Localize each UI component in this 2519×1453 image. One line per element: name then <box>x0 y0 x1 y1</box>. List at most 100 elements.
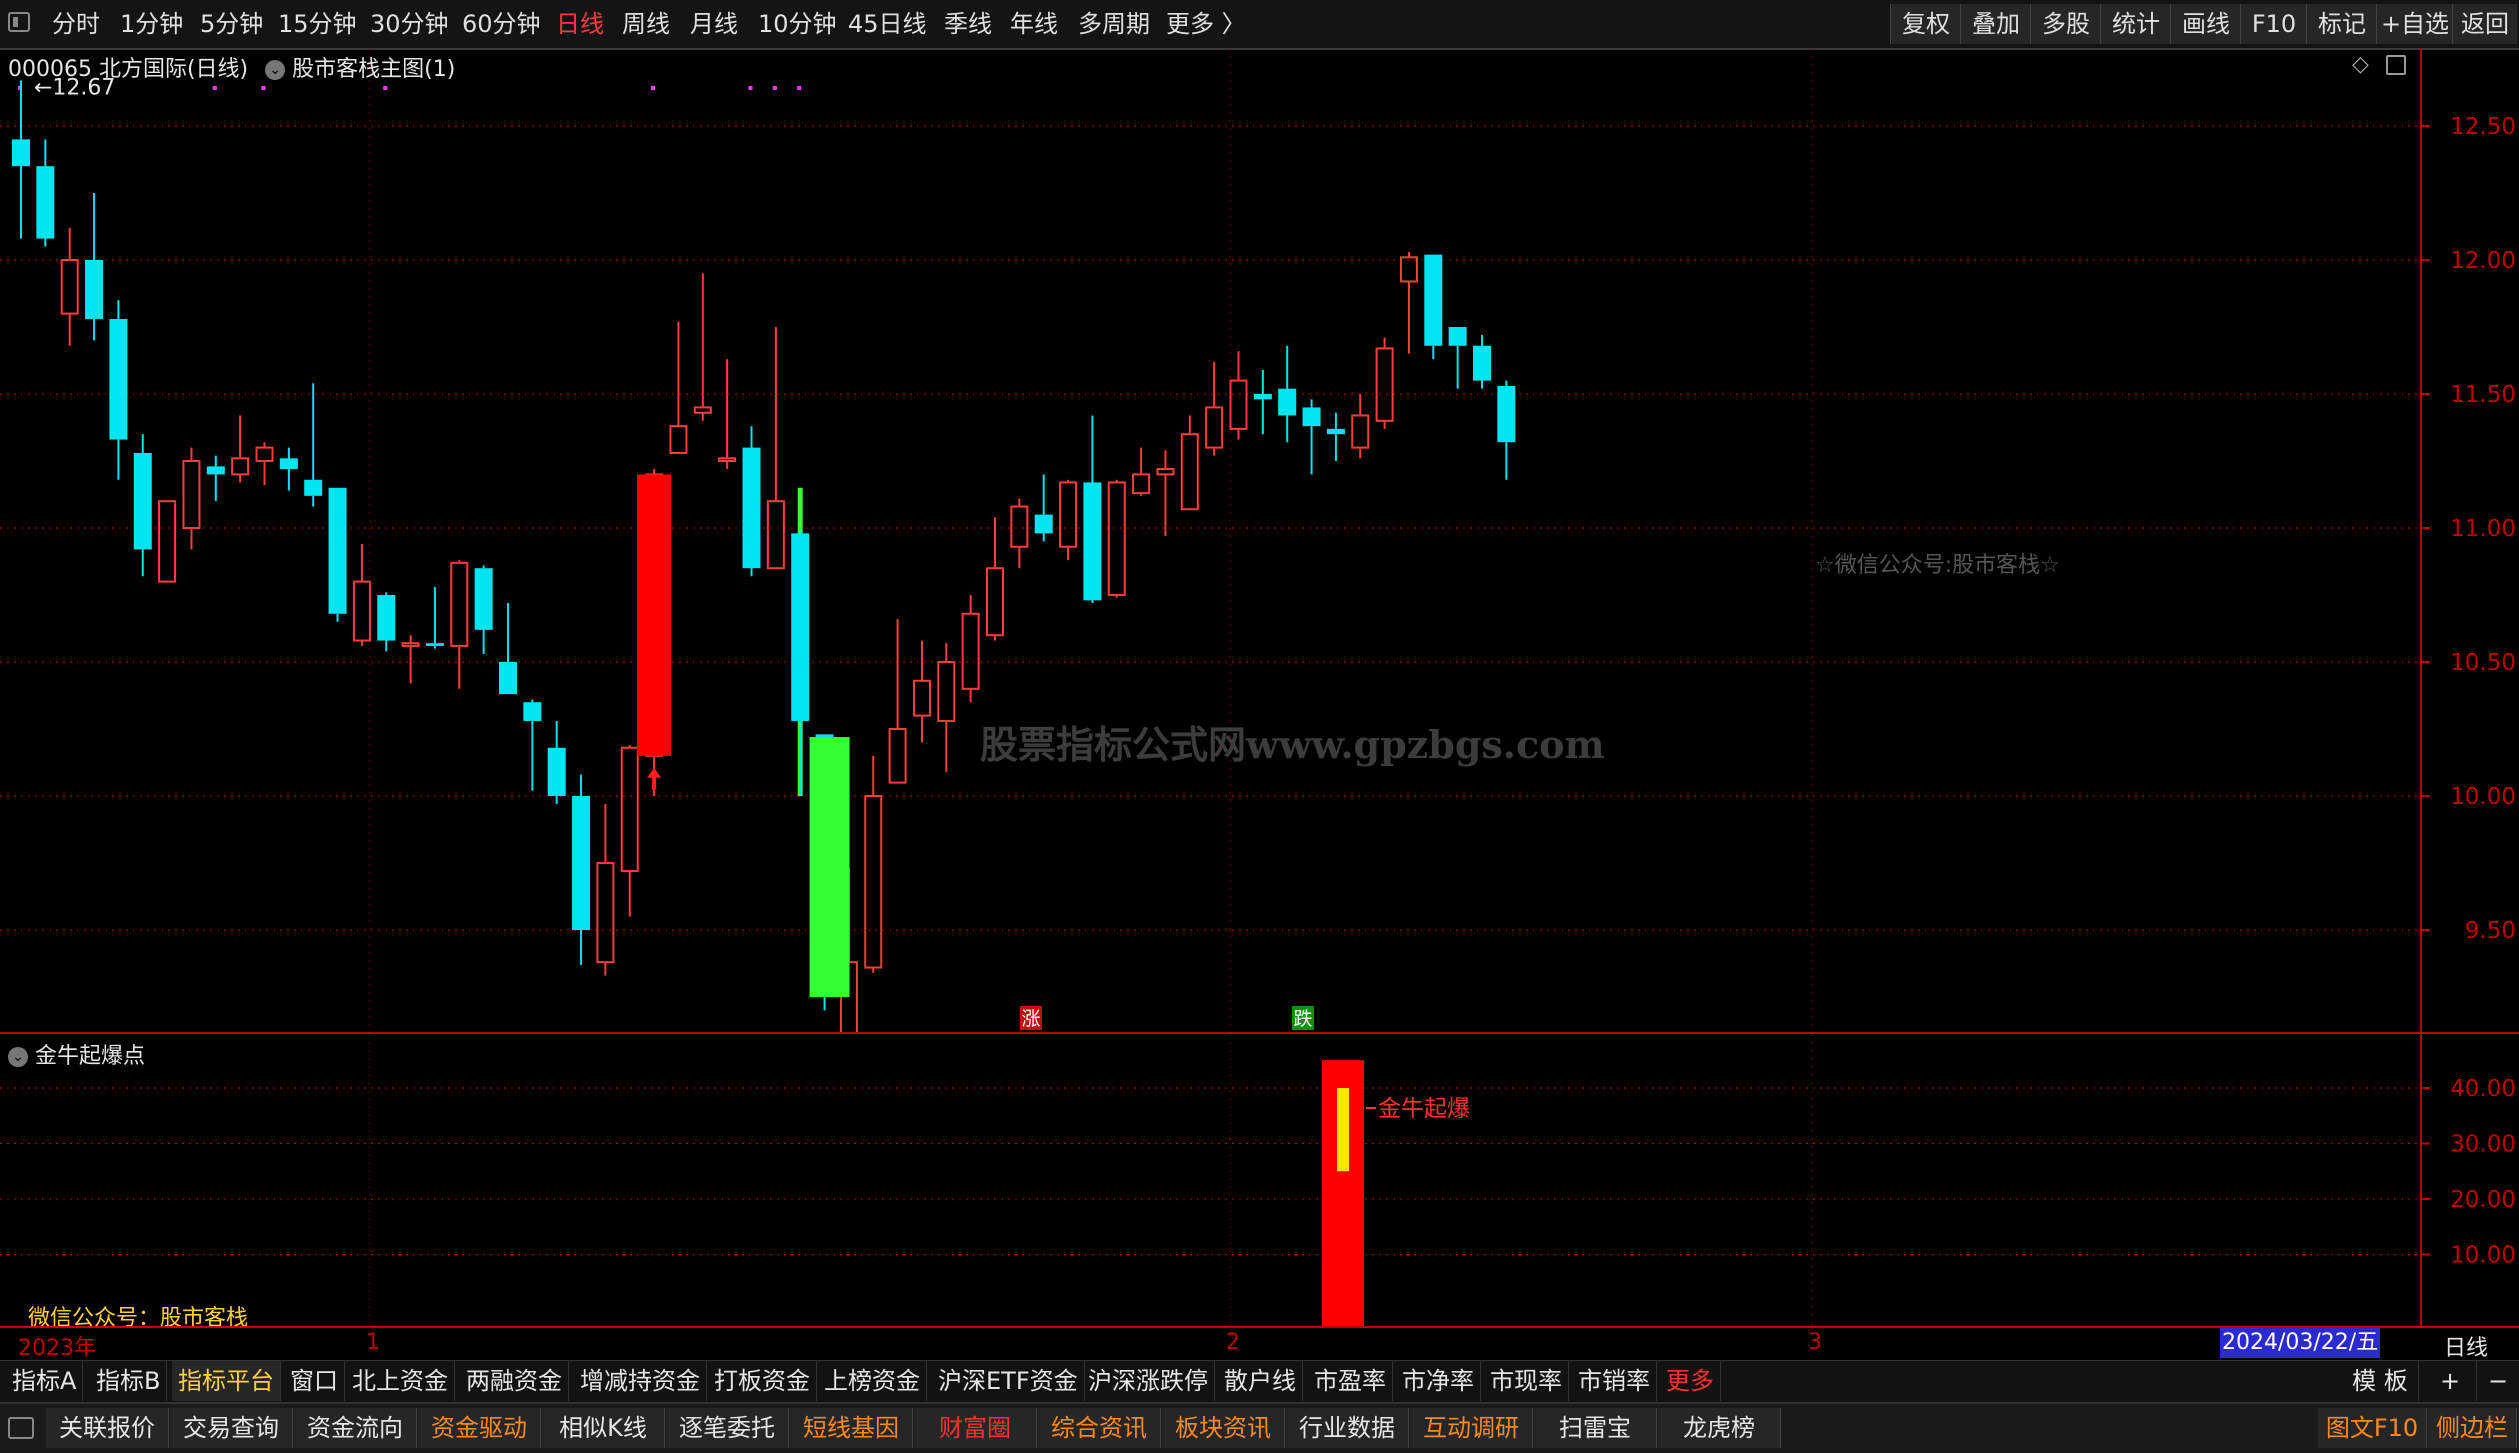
candle-body-up <box>1375 347 1394 422</box>
info-tabbar: 关联报价 交易查询 资金流向 资金驱动 相似K线 逐笔委托 短线基因 财富圈 综… <box>0 1402 2519 1453</box>
candle-body-down <box>572 796 591 930</box>
panel-toggle-icon[interactable] <box>2386 55 2406 75</box>
indicator-tab[interactable]: 沪深ETF资金 <box>932 1361 1085 1401</box>
info-tab[interactable]: 互动调研 <box>1410 1408 1533 1448</box>
period-tab[interactable]: 1分钟 <box>120 0 183 48</box>
indicator-dropdown-icon[interactable]: ⌄ <box>265 60 286 80</box>
info-tab[interactable]: 龙虎榜 <box>1658 1408 1781 1448</box>
info-tab[interactable]: 相似K线 <box>542 1408 665 1448</box>
add-watchlist-button[interactable]: +自选 <box>2376 4 2453 44</box>
f10-button[interactable]: F10 <box>2240 4 2307 44</box>
info-tab[interactable]: 逐笔委托 <box>666 1408 789 1448</box>
period-tab[interactable]: 周线 <box>622 0 670 48</box>
sub-indicator-chart[interactable]: 金牛起爆 <box>0 1034 2420 1326</box>
period-tab[interactable]: 分时 <box>52 0 100 48</box>
candle-body-down <box>499 662 517 695</box>
candle-body-up <box>912 679 931 717</box>
info-tab[interactable]: 交易查询 <box>170 1408 293 1448</box>
info-tab[interactable]: 财富圈 <box>914 1408 1037 1448</box>
candle-body-up <box>1132 473 1151 495</box>
indicator-tab[interactable]: 市销率 <box>1572 1361 1657 1401</box>
indicator-name[interactable]: 股市客栈主图(1) <box>292 57 455 82</box>
back-button[interactable]: 返回 <box>2452 4 2517 44</box>
candle-body-down <box>377 595 396 641</box>
indicator-tab[interactable]: 窗口 <box>284 1361 345 1401</box>
more-indicators-tab[interactable]: 更多 <box>1660 1361 1721 1401</box>
period-tab[interactable]: 多周期 <box>1078 0 1150 48</box>
indicator-tab[interactable]: 上榜资金 <box>818 1361 927 1401</box>
indicator-tab[interactable]: 市盈率 <box>1308 1361 1393 1401</box>
rise-signal-bar <box>637 474 672 756</box>
period-tab[interactable]: 年线 <box>1010 0 1058 48</box>
price-tick-label: 11.00 <box>2450 516 2516 542</box>
info-tab[interactable]: 资金驱动 <box>418 1408 541 1448</box>
multi-stock-button[interactable]: 多股 <box>2030 4 2101 44</box>
indicator-tab[interactable]: 市净率 <box>1396 1361 1481 1401</box>
template-button[interactable]: 模 板 <box>2342 1361 2419 1401</box>
period-tab[interactable]: 月线 <box>690 0 738 48</box>
info-tab[interactable]: 扫雷宝 <box>1534 1408 1657 1448</box>
more-periods-menu[interactable]: 更多 〉 <box>1166 0 1246 48</box>
draw-line-button[interactable]: 画线 <box>2170 4 2241 44</box>
info-tab[interactable]: 综合资讯 <box>1038 1408 1161 1448</box>
period-tab[interactable]: 15分钟 <box>278 0 357 48</box>
year-label: 2023年 <box>18 1336 96 1361</box>
month-label: 2 <box>1226 1330 1240 1355</box>
candle-body-down <box>1448 327 1467 346</box>
sub-tick-label: 20.00 <box>2450 1187 2516 1213</box>
indicator-tab-active[interactable]: 指标平台 <box>172 1361 281 1401</box>
period-tab-active[interactable]: 日线 <box>556 0 604 48</box>
main-kline-chart[interactable]: ←12.67←8.51涨跌股票指标公式网www.gpzbgs.com☆微信公众号… <box>0 48 2420 1207</box>
period-tab[interactable]: 季线 <box>944 0 992 48</box>
indicator-tab[interactable]: 沪深涨跌停 <box>1082 1361 1215 1401</box>
candle-body-down <box>425 643 444 646</box>
indicator-tab[interactable]: 指标B <box>90 1361 168 1401</box>
period-tab[interactable]: 30分钟 <box>370 0 449 48</box>
candle-body-down <box>133 452 152 550</box>
candle-body-up <box>1205 406 1224 449</box>
add-pane-button[interactable]: + <box>2424 1361 2477 1401</box>
candlestick-svg: ←12.67←8.51涨跌股票指标公式网www.gpzbgs.com☆微信公众号… <box>0 48 2420 1207</box>
window-menu-icon[interactable] <box>8 12 30 32</box>
period-tab[interactable]: 45日线 <box>848 0 927 48</box>
month-label: 1 <box>366 1330 380 1355</box>
candle-body-up <box>620 746 639 873</box>
restore-rights-button[interactable]: 复权 <box>1890 4 1961 44</box>
candle-body-up <box>1180 433 1199 511</box>
indicator-tab[interactable]: 北上资金 <box>346 1361 455 1401</box>
sub-indicator-title[interactable]: 金牛起爆点 <box>35 1044 145 1069</box>
period-tab[interactable]: 5分钟 <box>200 0 263 48</box>
candle-body-up <box>937 661 956 722</box>
diamond-icon[interactable]: ◇ <box>2352 54 2372 76</box>
indicator-tab[interactable]: 两融资金 <box>460 1361 569 1401</box>
mark-button[interactable]: 标记 <box>2306 4 2377 44</box>
overlay-button[interactable]: 叠加 <box>1960 4 2031 44</box>
panel-menu-icon[interactable] <box>8 1417 34 1439</box>
price-tick-label: 12.00 <box>2450 248 2516 274</box>
candle-body-down <box>304 479 323 496</box>
price-tick-label: 11.50 <box>2450 382 2516 408</box>
info-tab[interactable]: 板块资讯 <box>1162 1408 1285 1448</box>
info-tab[interactable]: 行业数据 <box>1286 1408 1409 1448</box>
info-tab[interactable]: 关联报价 <box>46 1408 169 1448</box>
indicator-tab[interactable]: 散户线 <box>1218 1361 1303 1401</box>
indicator-tab[interactable]: 增减持资金 <box>574 1361 707 1401</box>
graphic-f10-button[interactable]: 图文F10 <box>2318 1408 2427 1448</box>
indicator-tab[interactable]: 指标A <box>6 1361 84 1401</box>
info-tab[interactable]: 资金流向 <box>294 1408 417 1448</box>
cursor-date: 2024/03/22/五 <box>2220 1328 2381 1358</box>
sidebar-button[interactable]: 侧边栏 <box>2428 1408 2517 1448</box>
indicator-tab[interactable]: 市现率 <box>1484 1361 1569 1401</box>
candle-body-down <box>109 318 128 440</box>
statistics-button[interactable]: 统计 <box>2100 4 2171 44</box>
remove-pane-button[interactable]: − <box>2472 1361 2519 1401</box>
signal-dot <box>212 86 217 90</box>
indicator-tabbar: 指标A 指标B 指标平台 窗口 北上资金 两融资金 增减持资金 打板资金 上榜资… <box>0 1360 2519 1403</box>
period-tab[interactable]: 60分钟 <box>462 0 541 48</box>
indicator-tab[interactable]: 打板资金 <box>708 1361 817 1401</box>
info-tab[interactable]: 短线基因 <box>790 1408 913 1448</box>
sub-indicator-dropdown-icon[interactable]: ⌄ <box>8 1047 28 1067</box>
period-tab[interactable]: 10分钟 <box>758 0 837 48</box>
month-label: 3 <box>1808 1330 1822 1355</box>
signal-dot <box>772 86 777 90</box>
